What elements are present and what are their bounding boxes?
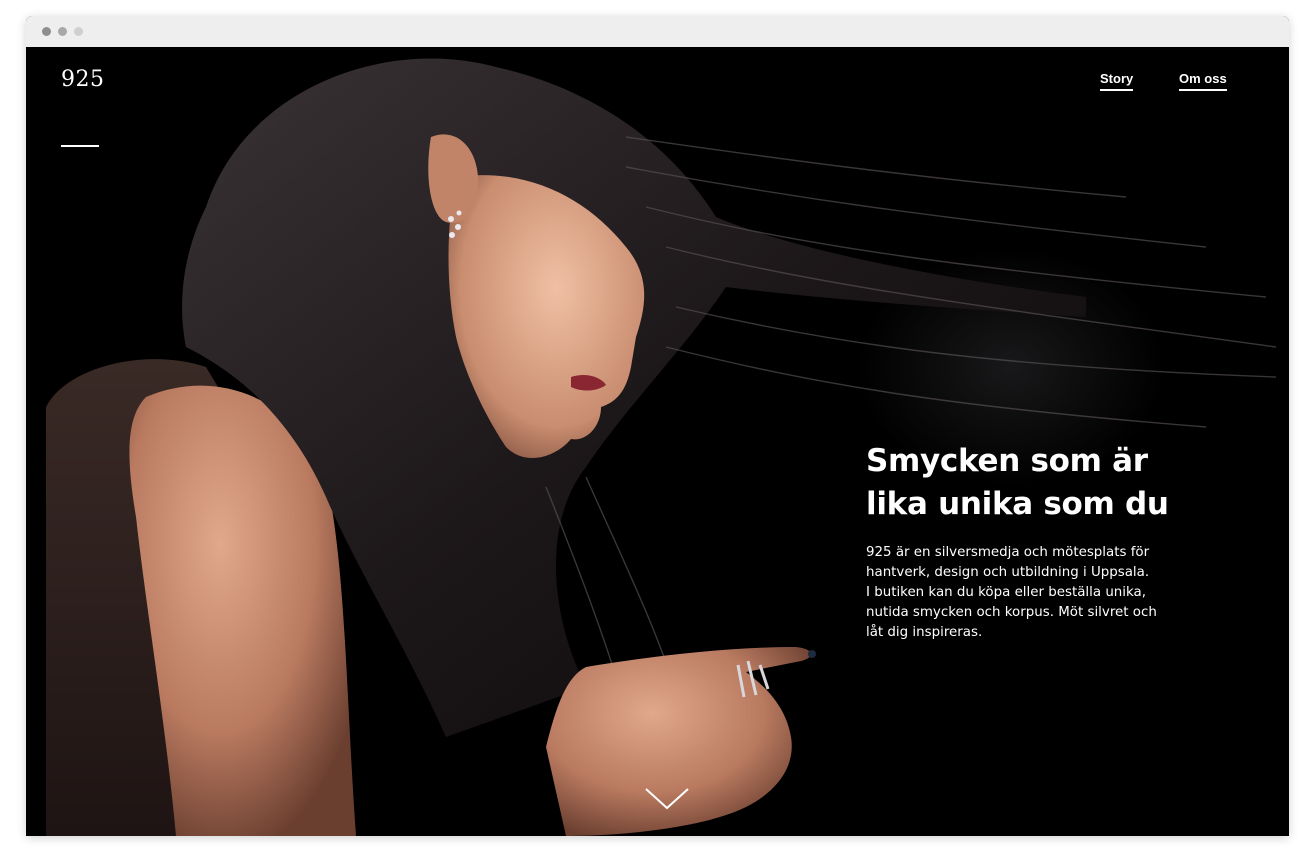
nav-link-story[interactable]: Story (1100, 71, 1134, 91)
hero-description-line-4: nutida smycken och korpus. Möt silvret o… (866, 605, 1157, 620)
hero-description-line-2: hantverk, design och utbildning i Uppsal… (866, 565, 1150, 580)
hero-description-line-5: låt dig inspireras. (866, 625, 983, 640)
browser-toolbar (26, 16, 1289, 48)
window-minimize-dot[interactable] (58, 27, 67, 36)
chevron-down-icon[interactable] (644, 786, 690, 812)
page-viewport: 925 Story Om oss Smycken som är lika uni… (26, 47, 1289, 836)
hero-heading: Smycken som är lika unika som du (866, 440, 1226, 526)
hero-heading-line-1: Smycken som är (866, 443, 1148, 479)
hero-heading-line-2: lika unika som du (866, 486, 1169, 522)
hero-description-line-1: 925 är en silversmedja och mötesplats fö… (866, 545, 1150, 560)
hero-description: 925 är en silversmedja och mötesplats fö… (866, 543, 1196, 643)
window-close-dot[interactable] (42, 27, 51, 36)
nav-link-om-oss[interactable]: Om oss (1179, 71, 1227, 91)
logo-divider (61, 145, 99, 147)
site-logo[interactable]: 925 (61, 67, 105, 92)
hero-description-line-3: I butiken kan du köpa eller beställa uni… (866, 585, 1146, 600)
browser-window: 925 Story Om oss Smycken som är lika uni… (26, 16, 1289, 836)
window-maximize-dot[interactable] (74, 27, 83, 36)
